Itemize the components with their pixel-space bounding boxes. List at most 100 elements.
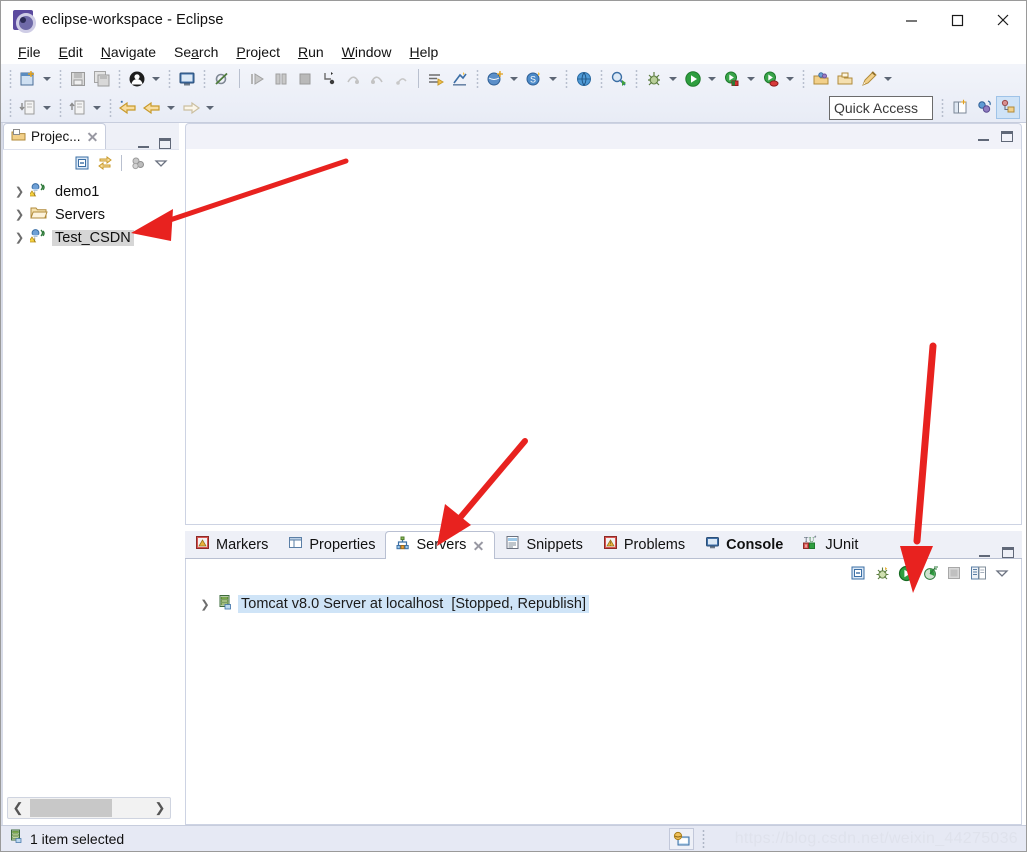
menu-edit[interactable]: Edit xyxy=(50,42,92,62)
suspend-icon[interactable] xyxy=(270,68,292,90)
view-menu-icon[interactable] xyxy=(151,153,171,173)
tab-servers[interactable]: Servers xyxy=(385,531,496,559)
terminate-icon[interactable] xyxy=(294,68,316,90)
minimize-icon[interactable] xyxy=(978,132,989,141)
import-dropdown-icon[interactable] xyxy=(40,97,53,119)
toolbar-grip[interactable] xyxy=(7,68,14,89)
debug-icon[interactable] xyxy=(643,68,665,90)
run-server-icon[interactable] xyxy=(721,68,743,90)
chevron-left-icon[interactable]: ❮ xyxy=(8,800,28,816)
back-history-icon[interactable] xyxy=(117,97,139,119)
new-wizard-icon[interactable] xyxy=(17,68,39,90)
build-status-icon[interactable] xyxy=(669,827,694,850)
menu-navigate[interactable]: Navigate xyxy=(92,42,165,62)
minimize-icon[interactable] xyxy=(138,139,149,148)
run-icon[interactable] xyxy=(682,68,704,90)
step-into-icon[interactable] xyxy=(318,68,340,90)
start-server-icon[interactable] xyxy=(897,564,915,582)
stop-server-icon[interactable] xyxy=(945,564,963,582)
tab-console[interactable]: Console xyxy=(695,530,793,558)
editor-canvas[interactable] xyxy=(185,149,1022,525)
tree-row-demo1[interactable]: ❯ ! demo1 xyxy=(3,180,179,203)
toolbar-grip[interactable] xyxy=(107,97,114,118)
chevron-right-icon[interactable]: ❯ xyxy=(13,231,26,244)
view-menu-icon[interactable] xyxy=(993,564,1011,582)
tab-markers[interactable]: Markers xyxy=(185,530,278,558)
minimize-icon[interactable] xyxy=(979,548,990,557)
maximize-icon[interactable] xyxy=(1002,547,1014,558)
maximize-button[interactable] xyxy=(934,1,980,39)
menu-search[interactable]: Search xyxy=(165,42,227,62)
status-grip[interactable] xyxy=(700,829,707,848)
tree-row-test-csdn[interactable]: ❯ ! Test_CSDN xyxy=(3,226,179,249)
toolbar-grip[interactable] xyxy=(166,68,173,89)
back-dropdown-icon[interactable] xyxy=(164,97,177,119)
tab-properties[interactable]: Properties xyxy=(278,530,385,558)
resume-icon[interactable] xyxy=(246,68,268,90)
tab-project-explorer[interactable]: Projec... xyxy=(3,123,106,149)
toolbar-grip[interactable] xyxy=(633,68,640,89)
toolbar-grip[interactable] xyxy=(563,68,570,89)
new-java-project-icon[interactable] xyxy=(484,68,506,90)
menu-help[interactable]: Help xyxy=(400,42,447,62)
open-web-browser-icon[interactable] xyxy=(573,68,595,90)
export-dropdown-icon[interactable] xyxy=(90,97,103,119)
open-package-icon[interactable] xyxy=(810,68,832,90)
toggle-console-icon[interactable] xyxy=(176,68,198,90)
forward-icon[interactable] xyxy=(180,97,202,119)
quick-access-input[interactable]: Quick Access xyxy=(829,95,933,120)
new-scala-icon[interactable]: S xyxy=(523,68,545,90)
user-icon[interactable] xyxy=(126,68,148,90)
minimize-button[interactable] xyxy=(888,1,934,39)
profile-server-dropdown-icon[interactable] xyxy=(783,68,796,90)
scrollbar-thumb[interactable] xyxy=(30,799,112,817)
export-icon[interactable] xyxy=(67,97,89,119)
java-ee-perspective-icon[interactable] xyxy=(972,96,996,119)
chevron-right-icon[interactable]: ❯ xyxy=(198,598,212,611)
tab-junit[interactable]: T U * x JUnit xyxy=(793,530,868,558)
debug-dropdown-icon[interactable] xyxy=(666,68,679,90)
forward-dropdown-icon[interactable] xyxy=(203,97,216,119)
publish-icon[interactable] xyxy=(969,564,987,582)
open-perspective-icon[interactable] xyxy=(948,96,972,119)
step-return-icon[interactable] xyxy=(366,68,388,90)
toolbar-grip[interactable] xyxy=(800,68,807,89)
menu-project[interactable]: Project xyxy=(227,42,289,62)
new-wizard-dropdown-icon[interactable] xyxy=(40,68,53,90)
toolbar-grip[interactable] xyxy=(57,68,64,89)
toolbar-grip[interactable] xyxy=(598,68,605,89)
collapse-all-icon[interactable] xyxy=(72,153,92,173)
chevron-right-icon[interactable]: ❯ xyxy=(13,185,26,198)
new-servlet-icon[interactable] xyxy=(449,68,471,90)
link-with-editor-icon[interactable] xyxy=(95,153,115,173)
back-icon[interactable] xyxy=(141,97,163,119)
new-annotation-icon[interactable] xyxy=(858,68,880,90)
collapse-all-icon[interactable] xyxy=(849,564,867,582)
chevron-right-icon[interactable]: ❯ xyxy=(150,800,170,816)
save-all-icon[interactable] xyxy=(91,68,113,90)
new-scala-dropdown-icon[interactable] xyxy=(546,68,559,90)
close-icon[interactable] xyxy=(472,539,485,552)
debug-server-icon[interactable] xyxy=(873,564,891,582)
toolbar-grip[interactable] xyxy=(116,68,123,89)
run-server-dropdown-icon[interactable] xyxy=(744,68,757,90)
toolbar-grip[interactable] xyxy=(7,97,14,118)
toolbar-grip[interactable] xyxy=(474,68,481,89)
menu-file[interactable]: FFileile xyxy=(9,42,50,62)
maximize-icon[interactable] xyxy=(1001,131,1013,142)
tree-row-servers[interactable]: ❯ Servers xyxy=(3,203,179,226)
focus-on-active-task-icon[interactable] xyxy=(128,153,148,173)
maximize-icon[interactable] xyxy=(159,138,171,149)
close-icon[interactable] xyxy=(86,130,99,143)
tab-problems[interactable]: ! Problems xyxy=(593,530,695,558)
user-dropdown-icon[interactable] xyxy=(149,68,162,90)
project-explorer-horizontal-scrollbar[interactable]: ❮ ❯ xyxy=(7,797,171,819)
close-button[interactable] xyxy=(980,1,1026,39)
run-dropdown-icon[interactable] xyxy=(705,68,718,90)
java-perspective-icon[interactable] xyxy=(996,96,1020,119)
profile-server-icon[interactable] xyxy=(921,564,939,582)
new-annotation-dropdown-icon[interactable] xyxy=(881,68,894,90)
chevron-right-icon[interactable]: ❯ xyxy=(13,208,26,221)
tab-snippets[interactable]: Snippets xyxy=(495,530,592,558)
open-resource-icon[interactable] xyxy=(834,68,856,90)
